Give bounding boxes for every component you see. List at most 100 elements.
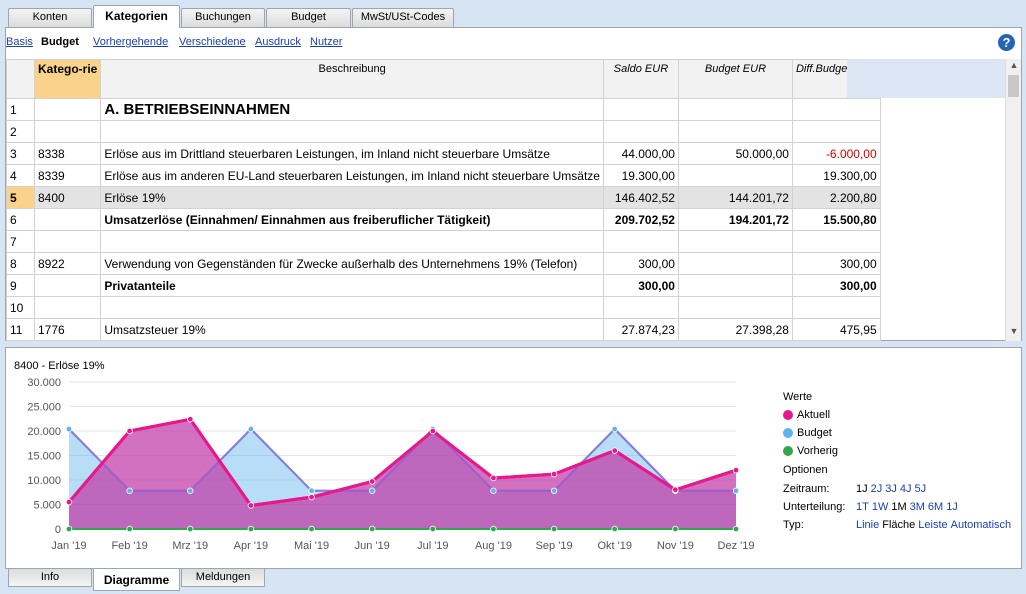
row-number[interactable]: 2 [6,120,35,143]
cell-diff-budget[interactable]: 300,00 [791,252,881,275]
view-verschiedene[interactable]: Verschiedene [179,36,246,48]
table-row[interactable]: 3 8338 Erlöse aus im Drittland steuerbaren… [6,142,881,165]
row-number[interactable]: 3 [6,142,35,165]
cell-budget[interactable] [677,98,793,121]
typ-option-3[interactable]: Automatisch [951,519,1012,531]
view-ausdruck[interactable]: Ausdruck [255,36,301,48]
cell-budget[interactable] [677,230,793,253]
legend-item-vorherig[interactable]: Vorherig [783,442,838,460]
cell-beschreibung[interactable]: Umsatzsteuer 19% [100,318,604,341]
table-row[interactable]: 9 Privatanteile 300,00 300,00 [6,274,881,297]
cell-saldo[interactable]: 146.402,52 [602,186,679,209]
tab-budget[interactable]: Budget [266,8,351,27]
row-number[interactable]: 1 [6,98,35,121]
cell-budget[interactable]: 50.000,00 [677,142,793,165]
zeitraum-option-1[interactable]: 2J [871,483,883,495]
cell-kategorie[interactable] [33,230,102,253]
table-row[interactable]: 11 1776 Umsatzsteuer 19% 27.874,23 27.398,28… [6,318,881,341]
cell-diff-budget[interactable] [791,296,881,319]
cell-saldo[interactable]: 300,00 [602,274,679,297]
unterteilung-option-1[interactable]: 1W [872,501,889,513]
table-row[interactable]: 7 [6,230,881,253]
table-row[interactable]: 8 8922 Verwendung von Gegenständen für Zwe… [6,252,881,275]
cell-beschreibung[interactable]: Erlöse aus im anderen EU-Land steuerbare… [100,164,604,187]
cell-beschreibung[interactable]: Umsatzerlöse (Einnahmen/ Einnahmen aus f… [100,208,604,231]
row-number[interactable]: 8 [6,252,35,275]
cell-kategorie[interactable] [33,98,102,121]
cell-diff-budget[interactable]: -6.000,00 [791,142,881,165]
tab-meldungen[interactable]: Meldungen [181,569,265,587]
table-row[interactable]: 2 [6,120,881,143]
cell-diff-budget[interactable] [791,98,881,121]
cell-saldo[interactable] [602,120,679,143]
row-number[interactable]: 6 [6,208,35,231]
legend-item-budget[interactable]: Budget [783,424,838,442]
cell-saldo[interactable] [602,296,679,319]
cell-kategorie[interactable] [33,274,102,297]
cell-diff-budget[interactable]: 2.200,80 [791,186,881,209]
cell-kategorie[interactable]: 8922 [33,252,102,275]
view-vorhergehende[interactable]: Vorhergehende [93,36,168,48]
cell-beschreibung[interactable]: Erlöse 19% [100,186,604,209]
header-kategorie[interactable]: Katego-rie [33,59,102,99]
cell-budget[interactable] [677,296,793,319]
cell-beschreibung[interactable]: Verwendung von Gegenständen für Zwecke a… [100,252,604,275]
scroll-up-icon[interactable]: ▲ [1006,60,1022,74]
cell-budget[interactable] [677,274,793,297]
cell-beschreibung[interactable] [100,296,604,319]
cell-beschreibung[interactable] [100,230,604,253]
cell-kategorie[interactable]: 8400 [33,186,102,209]
cell-budget[interactable] [677,120,793,143]
help-icon[interactable]: ? [998,34,1015,51]
row-number[interactable]: 4 [6,164,35,187]
cell-saldo[interactable]: 19.300,00 [602,164,679,187]
cell-budget[interactable]: 144.201,72 [677,186,793,209]
cell-saldo[interactable]: 209.702,52 [602,208,679,231]
cell-budget[interactable]: 194.201,72 [677,208,793,231]
cell-diff-budget[interactable]: 475,95 [791,318,881,341]
header-beschreibung[interactable]: Beschreibung [100,59,604,99]
row-number[interactable]: 5 [6,186,35,209]
header-budget[interactable]: Budget EUR [677,59,793,99]
row-number[interactable]: 7 [6,230,35,253]
row-number[interactable]: 9 [6,274,35,297]
cell-saldo[interactable]: 300,00 [602,252,679,275]
cell-beschreibung[interactable]: Privatanteile [100,274,604,297]
cell-saldo[interactable] [602,98,679,121]
typ-option-0[interactable]: Linie [856,519,879,531]
cell-budget[interactable] [677,252,793,275]
tab-konten[interactable]: Konten [8,8,92,27]
cell-diff-budget[interactable] [791,120,881,143]
unterteilung-option-3[interactable]: 3M [910,501,925,513]
zeitraum-option-2[interactable]: 3J [885,483,897,495]
cell-diff-budget[interactable]: 15.500,80 [791,208,881,231]
row-number[interactable]: 10 [6,296,35,319]
cell-saldo[interactable] [602,230,679,253]
table-row[interactable]: 5 8400 Erlöse 19% 146.402,52 144.201,72 2.200… [6,186,881,209]
table-row[interactable]: 1 A. BETRIEBSEINNAHMEN [6,98,881,121]
zeitraum-option-4[interactable]: 5J [915,483,927,495]
table-row[interactable]: 6 Umsatzerlöse (Einnahmen/ Einnahmen aus … [6,208,881,231]
unterteilung-option-5[interactable]: 1J [946,501,958,513]
scrollbar-thumb[interactable] [1008,75,1019,97]
cell-budget[interactable]: 27.398,28 [677,318,793,341]
tab-mwst-codes[interactable]: MwSt/USt-Codes [352,8,454,27]
typ-option-2[interactable]: Leiste [918,519,947,531]
cell-budget[interactable] [677,164,793,187]
zeitraum-option-0[interactable]: 1J [856,483,868,495]
tab-diagramme[interactable]: Diagramme [93,569,180,591]
row-number[interactable]: 11 [6,318,35,341]
view-basis[interactable]: Basis [6,36,33,48]
cell-diff-budget[interactable]: 19.300,00 [791,164,881,187]
table-row[interactable]: 4 8339 Erlöse aus im anderen EU-Land steue… [6,164,881,187]
typ-option-1[interactable]: Fläche [882,519,915,531]
cell-kategorie[interactable]: 1776 [33,318,102,341]
view-nutzer[interactable]: Nutzer [310,36,342,48]
scroll-down-icon[interactable]: ▼ [1006,326,1022,340]
zeitraum-option-3[interactable]: 4J [900,483,912,495]
cell-diff-budget[interactable] [791,230,881,253]
cell-beschreibung[interactable]: Erlöse aus im Drittland steuerbaren Leis… [100,142,604,165]
cell-saldo[interactable]: 44.000,00 [602,142,679,165]
unterteilung-option-4[interactable]: 6M [928,501,943,513]
vertical-scrollbar[interactable]: ▲ ▼ [1005,59,1021,341]
